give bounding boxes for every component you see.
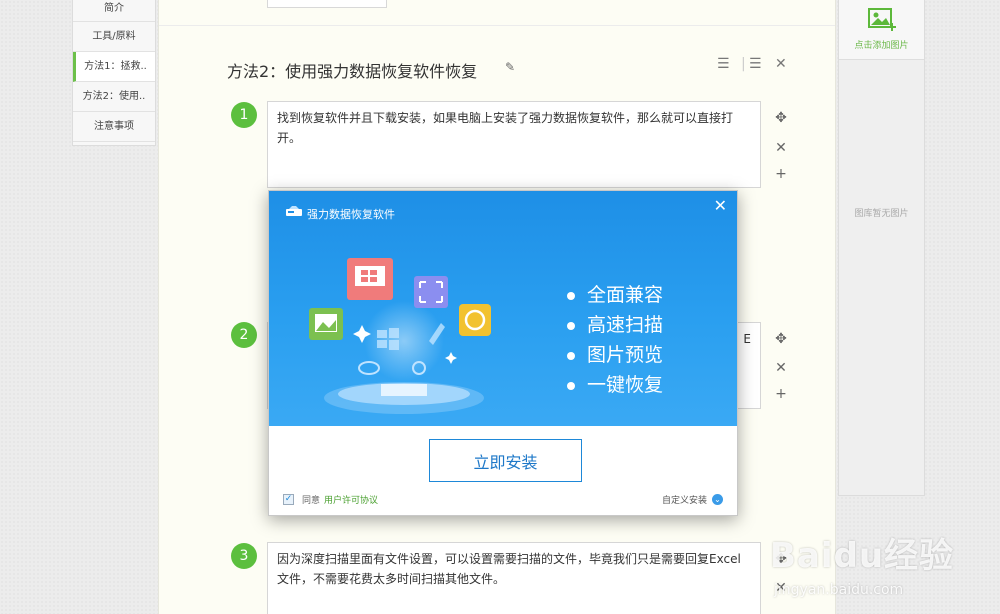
feature-illustration <box>309 258 491 414</box>
installer-dialog: 强力数据恢复软件 ✕ 全面兼容 高速扫描 图片预览 一键恢复 立即安装 ✓ 同意… <box>268 190 738 516</box>
section-title[interactable]: 方法2：使用强力数据恢复软件恢复 <box>227 58 477 82</box>
dialog-title: 强力数据恢复软件 <box>307 208 395 221</box>
feature-label: 图片预览 <box>587 344 664 366</box>
custom-install-toggle[interactable]: 自定义安装 ⌄ <box>662 493 723 506</box>
gallery-empty-text: 图库暂无图片 <box>854 209 909 219</box>
add-image-icon <box>867 8 896 31</box>
feature-item: 一键恢复 <box>567 370 663 397</box>
dialog-banner: 强力数据恢复软件 ✕ 全面兼容 高速扫描 图片预览 一键恢复 <box>269 191 737 426</box>
step-number: 3 <box>231 543 257 569</box>
toolbar-separator: | <box>741 56 746 72</box>
watermark-url: jingyan.baidu.com <box>774 582 904 598</box>
close-icon[interactable]: ✕ <box>714 196 727 215</box>
nav-item-method1[interactable]: 方法1：拯救.. <box>73 52 155 82</box>
install-now-button[interactable]: 立即安装 <box>429 439 582 482</box>
delete-section-icon[interactable]: ✕ <box>775 56 787 72</box>
bullet-dot-icon <box>567 381 575 390</box>
bullet-dot-icon <box>567 291 575 300</box>
watermark-brand: Baidu经验 <box>770 536 955 576</box>
agree-checkbox[interactable]: ✓ <box>283 494 294 505</box>
bullet-dot-icon <box>567 321 575 330</box>
numbered-list-icon[interactable]: ☰ <box>717 56 730 72</box>
feature-item: 图片预览 <box>567 340 663 367</box>
add-image-label: 点击添加图片 <box>854 41 909 51</box>
watermark: Baidu经验 jingyan.baidu.com <box>770 520 1000 614</box>
previous-input-box[interactable] <box>267 0 387 8</box>
agreement-row: ✓ 同意 用户许可协议 <box>283 493 378 506</box>
divider <box>159 25 835 26</box>
feature-item: 高速扫描 <box>567 310 663 337</box>
add-step-icon[interactable]: + <box>773 386 789 402</box>
custom-install-label: 自定义安装 <box>661 496 707 506</box>
feature-label: 一键恢复 <box>587 374 664 396</box>
app-logo-icon <box>286 206 302 216</box>
feature-item: 全面兼容 <box>567 280 663 307</box>
feature-label: 全面兼容 <box>587 284 664 306</box>
add-image-button[interactable]: 点击添加图片 <box>839 0 924 60</box>
feature-label: 高速扫描 <box>587 314 664 336</box>
step-text-box[interactable]: 因为深度扫描里面有文件设置，可以设置需要扫描的文件，毕竟我们只是需要回复Exce… <box>267 542 761 614</box>
bullet-dot-icon <box>567 351 575 360</box>
image-panel: 点击添加图片 图库暂无图片 <box>838 0 925 496</box>
move-icon[interactable]: ✥ <box>773 331 789 347</box>
step-navigation: 简介 工具/原料 方法1：拯救.. 方法2：使用.. 注意事项 <box>72 0 156 146</box>
agree-label: 同意 <box>302 496 321 506</box>
chevron-down-icon: ⌄ <box>712 494 723 505</box>
step-number: 2 <box>231 322 257 348</box>
nav-item-method2[interactable]: 方法2：使用.. <box>73 82 155 112</box>
edit-pencil-icon[interactable]: ✎ <box>505 60 515 74</box>
nav-item-notes[interactable]: 注意事项 <box>73 112 155 142</box>
move-icon[interactable]: ✥ <box>773 110 789 126</box>
add-step-icon[interactable]: + <box>773 166 789 182</box>
step-number: 1 <box>231 102 257 128</box>
step-text-box[interactable]: 找到恢复软件并且下载安装，如果电脑上安装了强力数据恢复软件，那么就可以直接打开。 <box>267 101 761 188</box>
delete-step-icon[interactable]: ✕ <box>773 360 789 376</box>
nav-item-intro[interactable]: 简介 <box>73 0 155 22</box>
bulleted-list-icon[interactable]: ☰ <box>749 56 762 72</box>
delete-step-icon[interactable]: ✕ <box>773 140 789 156</box>
nav-item-tools[interactable]: 工具/原料 <box>73 22 155 52</box>
license-link[interactable]: 用户许可协议 <box>324 493 378 506</box>
